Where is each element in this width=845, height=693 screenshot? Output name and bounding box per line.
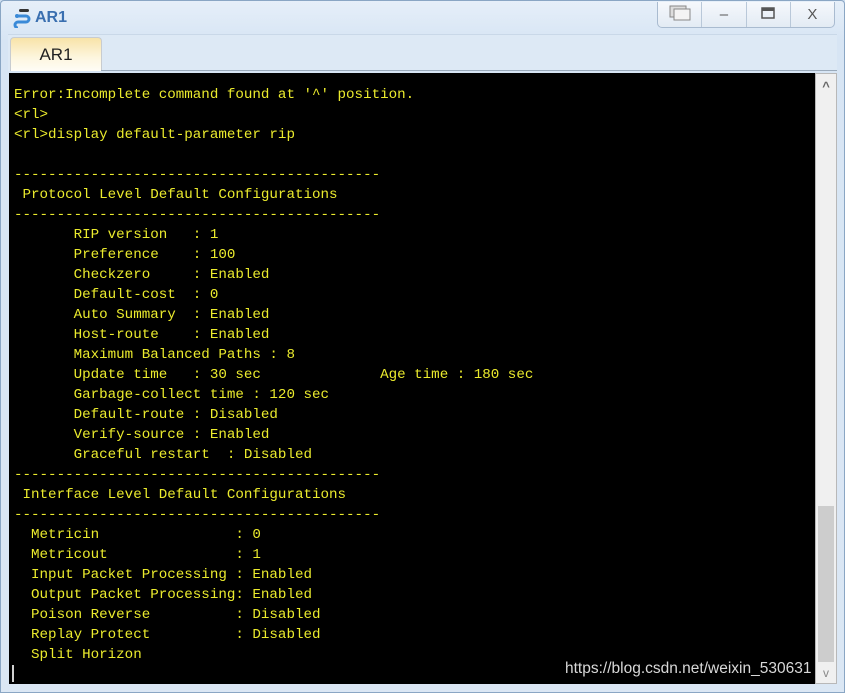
terminal-line: Metricin : 0 [14,527,261,543]
terminal-line: Checkzero : Enabled [14,267,270,283]
terminal-line: <rl>display default-parameter rip [14,127,295,143]
terminal-line: ----------------------------------------… [14,467,381,483]
tab-divider [101,70,837,71]
terminal-line: Default-route : Disabled [14,407,278,423]
terminal-line: Default-cost : 0 [14,287,219,303]
terminal-console[interactable]: Error:Incomplete command found at '^' po… [9,73,815,684]
vertical-scrollbar[interactable]: ^ v [815,73,837,684]
terminal-line: Metricout : 1 [14,547,261,563]
network-device-icon [13,8,31,30]
terminal-line: ----------------------------------------… [14,167,381,183]
scroll-up-button[interactable]: ^ [816,74,836,98]
terminal-line: Graceful restart : Disabled [14,447,312,463]
watermark: https://blog.csdn.net/weixin_530631 [565,660,812,677]
text-cursor [12,665,14,682]
maximize-button[interactable] [747,2,791,27]
window-title: AR1 [35,9,68,26]
chevron-down-icon: v [823,666,829,680]
restore-windows-icon [668,5,692,25]
minimize-icon: – [719,6,729,23]
tab-ar1[interactable]: AR1 [10,37,102,71]
terminal-line: Replay Protect : Disabled [14,627,321,643]
title-bar[interactable]: AR1 – X [1,1,844,33]
maximize-icon [761,6,775,23]
terminal-line: Input Packet Processing : Enabled [14,567,312,583]
terminal-output: Error:Incomplete command found at '^' po… [14,85,533,665]
terminal-line: ----------------------------------------… [14,207,381,223]
terminal-line: Protocol Level Default Configurations [14,187,338,203]
scroll-thumb[interactable] [818,506,834,662]
close-icon: X [807,6,818,23]
terminal-line: RIP version : 1 [14,227,219,243]
scroll-down-button[interactable]: v [816,663,836,683]
terminal-line: Maximum Balanced Paths : 8 [14,347,295,363]
terminal-line: Auto Summary : Enabled [14,307,270,323]
terminal-line: Host-route : Enabled [14,327,270,343]
terminal-line: Interface Level Default Configurations [14,487,347,503]
tab-label: AR1 [39,44,73,64]
terminal-line: Garbage-collect time : 120 sec [14,387,330,403]
terminal-line: ----------------------------------------… [14,507,381,523]
terminal-line: Preference : 100 [14,247,236,263]
close-button[interactable]: X [791,2,834,27]
chevron-up-icon: ^ [822,78,830,94]
terminal-line: Update time : 30 sec Age time : 180 sec [14,367,534,383]
terminal-line: Split Horizon [14,647,142,663]
terminal-line: Verify-source : Enabled [14,427,270,443]
terminal-line: <rl> [14,107,49,123]
terminal-window: AR1 – X AR1 Error:Incomplete command fou… [0,0,845,693]
terminal-line: Output Packet Processing: Enabled [14,587,312,603]
window-controls: – X [657,2,835,28]
minimize-button[interactable]: – [702,2,747,27]
restore-windows-button[interactable] [658,2,703,27]
terminal-line: Poison Reverse : Disabled [14,607,321,623]
tab-strip: AR1 [8,34,837,71]
terminal-line: Error:Incomplete command found at '^' po… [14,87,415,103]
